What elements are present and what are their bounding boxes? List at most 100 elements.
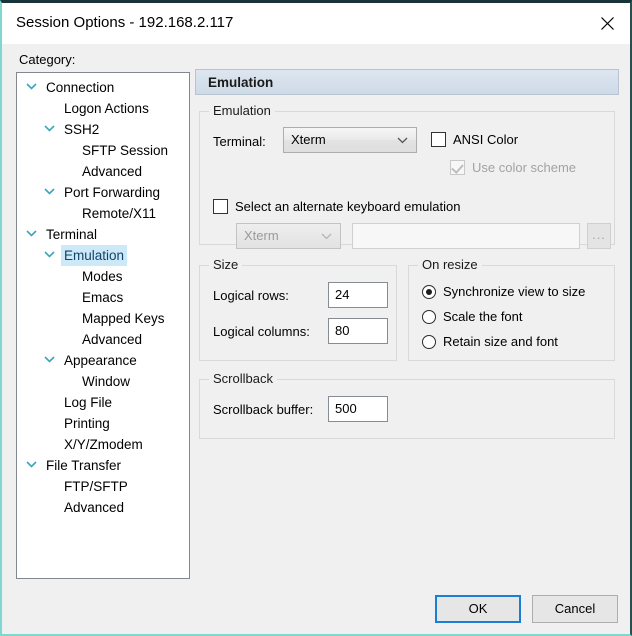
sidebar-item-label: Remote/X11 bbox=[82, 206, 157, 221]
sidebar-item-sftp-session[interactable]: SFTP Session bbox=[17, 140, 189, 161]
size-groupbox-title: Size bbox=[209, 257, 243, 272]
radio-synchronize-view-to-size-dot bbox=[422, 284, 436, 299]
sidebar-item-window[interactable]: Window bbox=[17, 371, 189, 392]
sidebar-item-connection[interactable]: Connection bbox=[17, 77, 189, 98]
sidebar-item-mapped-keys[interactable]: Mapped Keys bbox=[17, 308, 189, 329]
alt-keyboard-checkbox[interactable]: Select an alternate keyboard emulation bbox=[213, 199, 460, 214]
sidebar-item-label: Appearance bbox=[64, 353, 137, 368]
sidebar-item-advanced[interactable]: Advanced bbox=[17, 329, 189, 350]
sidebar-item-emulation[interactable]: Emulation bbox=[17, 245, 189, 266]
sidebar-item-label: X/Y/Zmodem bbox=[64, 437, 143, 452]
sidebar-item-label: Advanced bbox=[64, 500, 125, 515]
sidebar-item-label: SFTP Session bbox=[82, 143, 169, 158]
sidebar-item-label: Terminal bbox=[46, 227, 98, 242]
emulation-groupbox-title: Emulation bbox=[209, 103, 275, 118]
sidebar-item-x-y-zmodem[interactable]: X/Y/Zmodem bbox=[17, 434, 189, 455]
sidebar-item-log-file[interactable]: Log File bbox=[17, 392, 189, 413]
sidebar-item-logon-actions[interactable]: Logon Actions bbox=[17, 98, 189, 119]
scrollback-groupbox: Scrollback Scrollback buffer: 500 bbox=[199, 371, 615, 439]
sidebar-item-label: Advanced bbox=[82, 164, 143, 179]
window-title: Session Options - 192.168.2.117 bbox=[16, 14, 234, 31]
close-icon[interactable] bbox=[584, 3, 630, 43]
logical-rows-input[interactable]: 24 bbox=[328, 282, 388, 308]
chevron-down-icon bbox=[321, 224, 332, 248]
sidebar-item-emacs[interactable]: Emacs bbox=[17, 287, 189, 308]
on-resize-groupbox: On resize Synchronize view to size Scale… bbox=[408, 257, 615, 361]
radio-retain-size-and-font[interactable]: Retain size and font bbox=[422, 334, 558, 349]
sidebar-item-label: Port Forwarding bbox=[64, 185, 161, 200]
chevron-down-icon bbox=[23, 77, 39, 98]
sidebar-item-modes[interactable]: Modes bbox=[17, 266, 189, 287]
logical-columns-label: Logical columns: bbox=[213, 324, 310, 339]
chevron-down-icon bbox=[23, 224, 39, 245]
sidebar-item-label: Logon Actions bbox=[64, 101, 149, 116]
chevron-down-icon bbox=[397, 128, 408, 152]
page-title: Emulation bbox=[195, 69, 619, 95]
sidebar-item-label: Printing bbox=[64, 416, 110, 431]
radio-retain-size-and-font-label: Retain size and font bbox=[443, 334, 558, 349]
sidebar-item-terminal[interactable]: Terminal bbox=[17, 224, 189, 245]
scrollback-buffer-input[interactable]: 500 bbox=[328, 396, 388, 422]
category-label: Category: bbox=[19, 52, 76, 67]
alt-keyboard-select-value: Xterm bbox=[244, 228, 279, 243]
sidebar-item-label: Mapped Keys bbox=[82, 311, 165, 326]
terminal-select[interactable]: Xterm bbox=[283, 127, 417, 153]
logical-rows-label: Logical rows: bbox=[213, 288, 289, 303]
sidebar-item-ftp-sftp[interactable]: FTP/SFTP bbox=[17, 476, 189, 497]
ansi-color-label: ANSI Color bbox=[453, 132, 519, 147]
session-options-dialog: Session Options - 192.168.2.117 Category… bbox=[0, 0, 632, 636]
alt-keyboard-select: Xterm bbox=[236, 223, 341, 249]
cancel-button[interactable]: Cancel bbox=[532, 595, 618, 623]
radio-scale-the-font-label: Scale the font bbox=[443, 309, 523, 324]
category-tree[interactable]: Connection Logon Actions SSH2 SFTP Session A… bbox=[16, 72, 190, 579]
sidebar-item-appearance[interactable]: Appearance bbox=[17, 350, 189, 371]
emulation-groupbox: Emulation Terminal: Xterm ANSI Color Use… bbox=[199, 103, 615, 249]
radio-synchronize-view-to-size[interactable]: Synchronize view to size bbox=[422, 284, 585, 299]
sidebar-item-label: Window bbox=[82, 374, 131, 389]
sidebar-item-remote-x11[interactable]: Remote/X11 bbox=[17, 203, 189, 224]
dialog-body: Category: Connection Logon Actions SSH2 SFT… bbox=[2, 44, 630, 634]
sidebar-item-label: Emacs bbox=[82, 290, 124, 305]
sidebar-item-port-forwarding[interactable]: Port Forwarding bbox=[17, 182, 189, 203]
ansi-color-checkbox[interactable]: ANSI Color bbox=[431, 132, 518, 147]
sidebar-item-label: SSH2 bbox=[64, 122, 100, 137]
on-resize-groupbox-title: On resize bbox=[418, 257, 482, 272]
chevron-down-icon bbox=[41, 245, 57, 266]
logical-columns-input[interactable]: 80 bbox=[328, 318, 388, 344]
terminal-select-value: Xterm bbox=[291, 132, 326, 147]
sidebar-item-label: Advanced bbox=[82, 332, 143, 347]
chevron-down-icon bbox=[41, 119, 57, 140]
use-color-scheme-label: Use color scheme bbox=[472, 160, 577, 175]
alt-keyboard-checkbox-box bbox=[213, 199, 228, 214]
sidebar-item-label: Connection bbox=[46, 80, 115, 95]
sidebar-item-printing[interactable]: Printing bbox=[17, 413, 189, 434]
use-color-scheme-checkbox-box bbox=[450, 160, 465, 175]
ok-button[interactable]: OK bbox=[435, 595, 521, 623]
sidebar-item-file-transfer[interactable]: File Transfer bbox=[17, 455, 189, 476]
sidebar-item-label: Modes bbox=[82, 269, 123, 284]
sidebar-item-label: Log File bbox=[64, 395, 113, 410]
radio-scale-the-font[interactable]: Scale the font bbox=[422, 309, 523, 324]
content-pane: Emulation Emulation Terminal: Xterm ANSI… bbox=[195, 69, 619, 439]
radio-retain-size-and-font-dot bbox=[422, 334, 436, 349]
sidebar-item-advanced[interactable]: Advanced bbox=[17, 161, 189, 182]
sidebar-item-advanced[interactable]: Advanced bbox=[17, 497, 189, 518]
ansi-color-checkbox-box bbox=[431, 132, 446, 147]
chevron-down-icon bbox=[23, 455, 39, 476]
alt-keyboard-browse-button: ... bbox=[587, 223, 611, 249]
scrollback-buffer-label: Scrollback buffer: bbox=[213, 402, 314, 417]
sidebar-item-label: Emulation bbox=[61, 245, 128, 266]
sidebar-item-label: FTP/SFTP bbox=[64, 479, 128, 494]
size-groupbox: Size Logical rows: 24 Logical columns: 8… bbox=[199, 257, 397, 361]
radio-scale-the-font-dot bbox=[422, 309, 436, 324]
terminal-label: Terminal: bbox=[213, 134, 266, 149]
use-color-scheme-checkbox: Use color scheme bbox=[450, 160, 576, 175]
chevron-down-icon bbox=[41, 350, 57, 371]
chevron-down-icon bbox=[41, 182, 57, 203]
title-bar: Session Options - 192.168.2.117 bbox=[2, 3, 630, 45]
sidebar-item-label: File Transfer bbox=[46, 458, 122, 473]
alt-keyboard-path-input bbox=[352, 223, 580, 249]
alt-keyboard-label: Select an alternate keyboard emulation bbox=[235, 199, 461, 214]
sidebar-item-ssh2[interactable]: SSH2 bbox=[17, 119, 189, 140]
radio-synchronize-view-to-size-label: Synchronize view to size bbox=[443, 284, 586, 299]
